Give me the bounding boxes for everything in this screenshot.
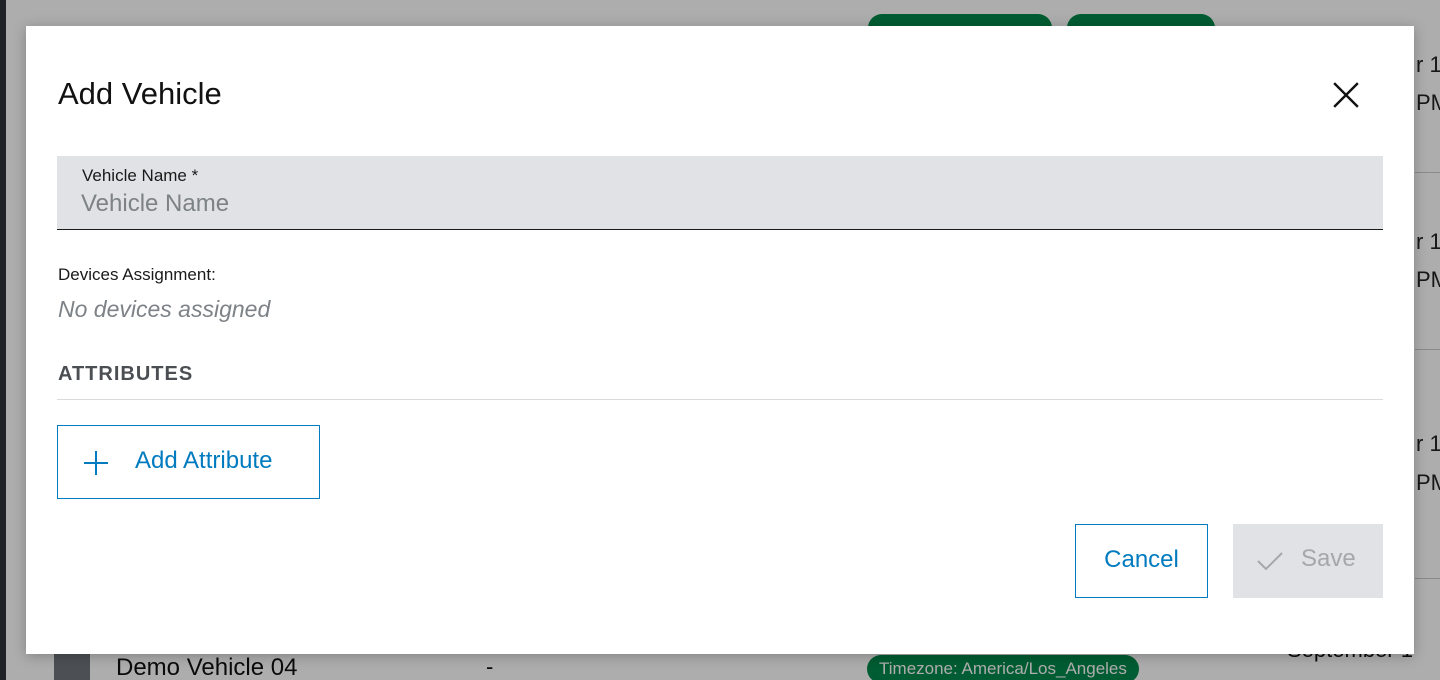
attributes-divider (57, 399, 1383, 400)
vehicle-name-field[interactable]: Vehicle Name * (57, 156, 1383, 230)
dialog-title: Add Vehicle (58, 76, 222, 111)
save-label: Save (1301, 545, 1356, 572)
add-attribute-button[interactable]: Add Attribute (57, 425, 320, 499)
attributes-heading: ATTRIBUTES (58, 363, 194, 385)
vehicle-name-label: Vehicle Name * (82, 166, 199, 185)
plus-icon (82, 449, 110, 477)
save-button[interactable]: Save (1233, 524, 1383, 598)
add-vehicle-dialog: Add Vehicle Vehicle Name * Devices Assig… (26, 26, 1414, 654)
add-attribute-label: Add Attribute (135, 447, 273, 474)
devices-assignment-value: No devices assigned (58, 296, 271, 322)
close-icon (1333, 82, 1359, 108)
close-button[interactable] (1329, 78, 1363, 112)
devices-assignment-label: Devices Assignment: (58, 265, 216, 284)
cancel-button[interactable]: Cancel (1075, 524, 1208, 598)
check-icon (1256, 549, 1284, 573)
vehicle-name-input[interactable] (81, 188, 1361, 220)
cancel-label: Cancel (1104, 546, 1179, 573)
